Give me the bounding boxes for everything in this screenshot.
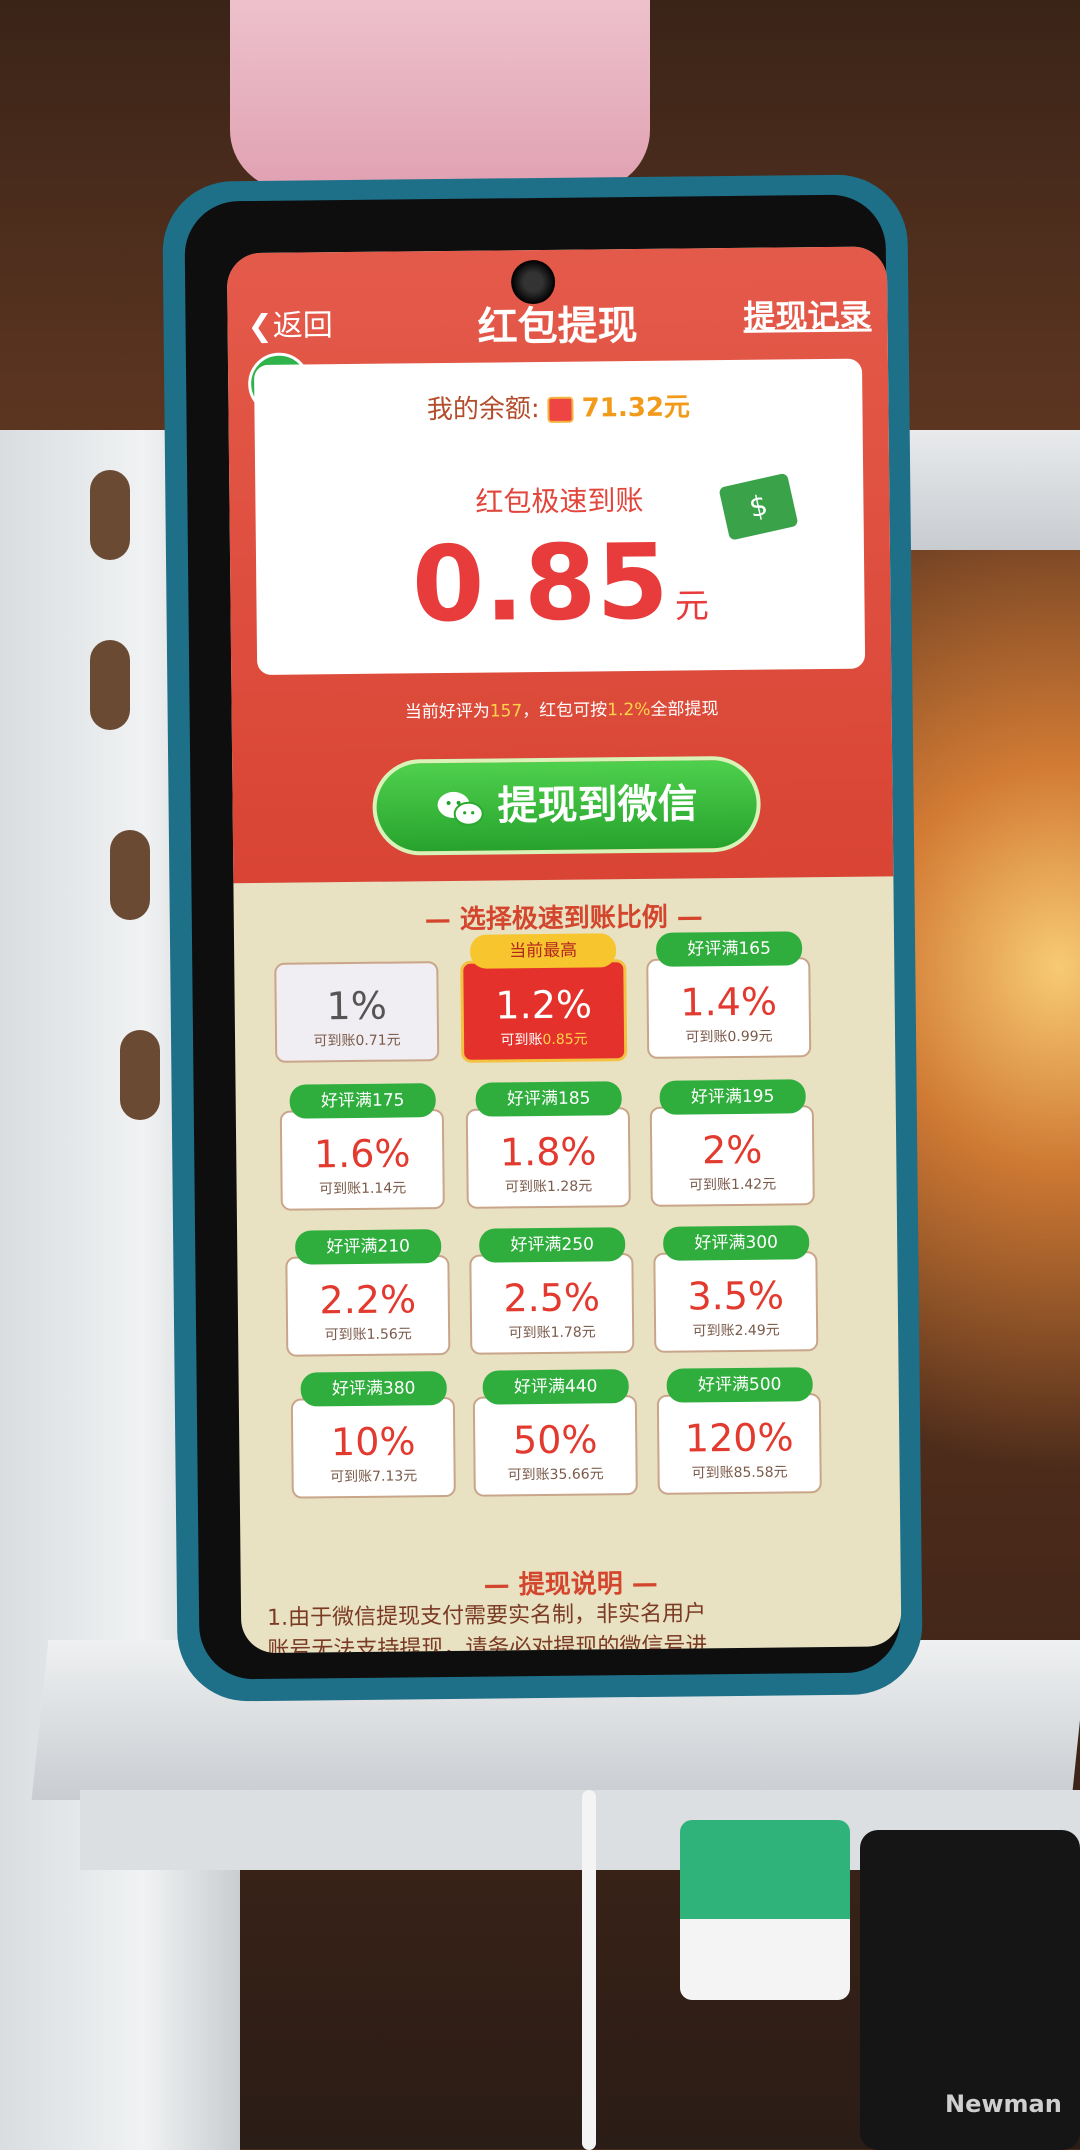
rating-suffix: 全部提现 bbox=[650, 699, 719, 720]
ratio-percent: 1.2% bbox=[495, 982, 593, 1028]
balance-line: 我的余额: 71.32元 bbox=[254, 385, 862, 428]
ratio-tag: 好评满440 bbox=[482, 1369, 629, 1405]
ratio-percent: 1% bbox=[326, 983, 388, 1029]
ratio-option[interactable]: 好评满300 3.5% 可到账2.49元 bbox=[653, 1225, 819, 1353]
ratio-tag: 好评满175 bbox=[289, 1083, 436, 1119]
ratio-tag: 好评满500 bbox=[666, 1367, 813, 1403]
rack-hole bbox=[90, 640, 130, 730]
ratio-tag: 好评满165 bbox=[655, 931, 803, 967]
ratio-amount: 可到账0.85元 bbox=[464, 1028, 624, 1050]
ratio-percent: 50% bbox=[512, 1417, 598, 1463]
notes-text: 1.由于微信提现支付需要实名制，非实名用户 账号无法支持提现，请务必对提现的微信… bbox=[267, 1597, 876, 1653]
withdraw-button-label: 提现到微信 bbox=[497, 781, 698, 830]
ratio-tag: 好评满250 bbox=[479, 1227, 626, 1263]
ratio-percent: 1.8% bbox=[499, 1129, 597, 1175]
ratio-amount: 可到账0.99元 bbox=[685, 1028, 773, 1046]
ratio-option[interactable]: 好评满380 10% 可到账7.13元 bbox=[290, 1371, 456, 1499]
ratio-percent: 1.4% bbox=[680, 979, 778, 1025]
options-title: — 选择极速到账比例 — bbox=[424, 902, 703, 936]
green-bottle bbox=[680, 1820, 850, 2000]
ratio-options-grid: 1% 可到账0.71元 当前最高 1.2% 可到账0.85元 好评满165 1.… bbox=[274, 931, 854, 1499]
ratio-tag: 好评满210 bbox=[295, 1229, 442, 1265]
device-brand-label: Newman bbox=[945, 2090, 1062, 2118]
front-camera bbox=[510, 259, 556, 305]
ratio-option-box: 1.4% 可到账0.99元 bbox=[646, 957, 812, 1059]
ratio-amount-value: 0.85元 bbox=[542, 1031, 588, 1049]
phone-screen: ❮返回 红包提现 提现记录 ✓ 我的余额:71.32元 红包极速到账 $ 0.8… bbox=[226, 246, 902, 1654]
rating-prefix: 当前好评为 bbox=[404, 701, 490, 723]
ratio-option-box: 1% 可到账0.71元 bbox=[274, 961, 440, 1063]
ratio-tag: 好评满185 bbox=[475, 1081, 622, 1117]
ratio-option[interactable]: 好评满175 1.6% 可到账1.14元 bbox=[279, 1083, 445, 1211]
ratio-option-box: 1.6% 可到账1.14元 bbox=[279, 1109, 445, 1211]
ratio-amount: 可到账0.71元 bbox=[313, 1032, 401, 1050]
rack-hole bbox=[90, 470, 130, 560]
ratio-amount: 可到账1.14元 bbox=[318, 1180, 407, 1198]
ratio-amount: 可到账1.28元 bbox=[504, 1178, 593, 1196]
metal-rack-right bbox=[900, 430, 1080, 550]
withdraw-record-link[interactable]: 提现记录 bbox=[743, 291, 871, 338]
ratio-tag: 好评满380 bbox=[300, 1371, 447, 1407]
payout-unit: 元 bbox=[674, 586, 710, 627]
ratio-amount: 可到账35.66元 bbox=[507, 1466, 604, 1484]
rack-hole bbox=[120, 1030, 160, 1120]
ratio-option-box: 1.8% 可到账1.28元 bbox=[465, 1107, 631, 1209]
ratio-option-box: 10% 可到账7.13元 bbox=[290, 1396, 456, 1499]
ratio-option-box: 3.5% 可到账2.49元 bbox=[653, 1251, 819, 1353]
ratio-option-box: 2.5% 可到账1.78元 bbox=[469, 1253, 635, 1355]
rating-percent: 1.2% bbox=[607, 699, 651, 721]
ratio-percent: 3.5% bbox=[687, 1273, 785, 1319]
balance-label: 我的余额: bbox=[426, 394, 540, 426]
ratio-tag: 当前最高 bbox=[469, 933, 617, 969]
ratio-option-box: 50% 可到账35.66元 bbox=[472, 1395, 638, 1497]
ratio-option-box: 1.2% 可到账0.85元 bbox=[460, 959, 628, 1063]
payout-amount-line: 0.85 元 bbox=[256, 519, 865, 647]
ratio-percent: 1.6% bbox=[313, 1131, 411, 1177]
withdraw-to-wechat-button[interactable]: 提现到微信 bbox=[372, 755, 762, 856]
rating-middle: ，红包可按 bbox=[522, 700, 608, 722]
ratio-option[interactable]: 好评满250 2.5% 可到账1.78元 bbox=[469, 1227, 635, 1355]
phone: ❮返回 红包提现 提现记录 ✓ 我的余额:71.32元 红包极速到账 $ 0.8… bbox=[162, 174, 923, 1702]
rating-info: 当前好评为157，红包可按1.2%全部提现 bbox=[231, 692, 891, 724]
ratio-percent: 10% bbox=[330, 1419, 416, 1465]
ratio-option[interactable]: 好评满440 50% 可到账35.66元 bbox=[472, 1369, 638, 1497]
ratio-option[interactable]: 好评满210 2.2% 可到账1.56元 bbox=[285, 1229, 451, 1357]
rack-hole bbox=[110, 830, 150, 920]
payout-amount: 0.85 bbox=[411, 520, 670, 646]
phone-bezel: ❮返回 红包提现 提现记录 ✓ 我的余额:71.32元 红包极速到账 $ 0.8… bbox=[184, 194, 902, 1680]
header-panel: ❮返回 红包提现 提现记录 ✓ 我的余额:71.32元 红包极速到账 $ 0.8… bbox=[226, 246, 894, 884]
charging-cable bbox=[582, 1790, 596, 2150]
ratio-option-box: 2% 可到账1.42元 bbox=[649, 1105, 815, 1207]
ratio-tag: 好评满300 bbox=[663, 1225, 810, 1261]
ratio-percent: 120% bbox=[684, 1415, 794, 1461]
ratio-amount-prefix: 可到账 bbox=[500, 1032, 543, 1049]
ratio-amount: 可到账1.78元 bbox=[508, 1324, 596, 1342]
ratio-amount: 可到账1.56元 bbox=[324, 1326, 412, 1344]
ratio-percent: 2.5% bbox=[503, 1275, 601, 1321]
rating-count: 157 bbox=[489, 701, 523, 722]
red-envelope-icon bbox=[547, 396, 574, 423]
ratio-amount: 可到账2.49元 bbox=[692, 1322, 780, 1340]
ratio-percent: 2% bbox=[701, 1127, 763, 1173]
ratio-percent: 2.2% bbox=[319, 1277, 417, 1323]
ratio-tag: 好评满195 bbox=[659, 1079, 806, 1115]
ratio-option[interactable]: 好评满500 120% 可到账85.58元 bbox=[656, 1367, 822, 1495]
ratio-option[interactable]: 1% 可到账0.71元 bbox=[274, 949, 440, 1063]
ratio-amount: 可到账7.13元 bbox=[329, 1468, 418, 1486]
wechat-icon bbox=[437, 791, 484, 826]
ratio-amount: 可到账1.42元 bbox=[688, 1176, 777, 1194]
ratio-option[interactable]: 好评满185 1.8% 可到账1.28元 bbox=[465, 1081, 631, 1209]
payout-card: 我的余额: 71.32元 红包极速到账 $ 0.85 元 bbox=[253, 358, 866, 675]
ratio-option-box: 120% 可到账85.58元 bbox=[656, 1393, 822, 1495]
ratio-option-box: 2.2% 可到账1.56元 bbox=[285, 1254, 451, 1357]
ratio-option-selected[interactable]: 当前最高 1.2% 可到账0.85元 bbox=[460, 933, 628, 1063]
ratio-option[interactable]: 好评满195 2% 可到账1.42元 bbox=[649, 1079, 815, 1207]
pink-cup bbox=[230, 0, 650, 190]
balance-amount: 71.32元 bbox=[581, 392, 691, 424]
ratio-amount: 可到账85.58元 bbox=[691, 1464, 788, 1482]
ratio-option[interactable]: 好评满165 1.4% 可到账0.99元 bbox=[646, 931, 812, 1059]
